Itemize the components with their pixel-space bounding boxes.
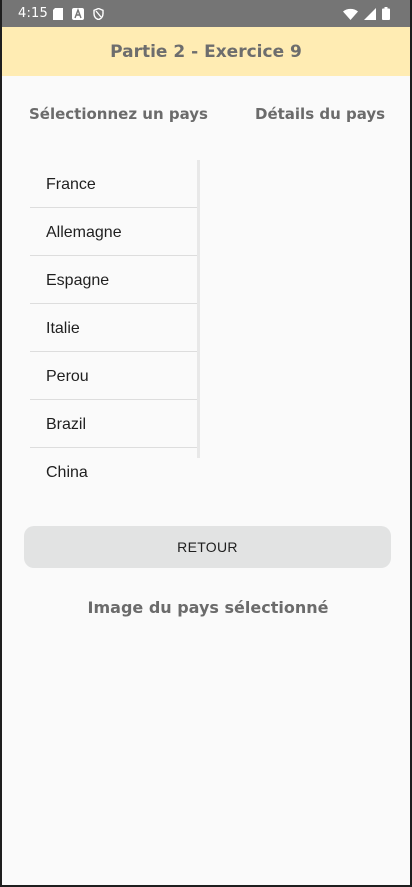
retour-button[interactable]: RETOUR <box>24 526 391 568</box>
a-letter-icon <box>72 8 84 24</box>
list-item-china[interactable]: China <box>30 448 197 478</box>
country-list[interactable]: France Allemagne Espagne Italie Perou Br… <box>30 160 200 478</box>
list-item-brazil[interactable]: Brazil <box>30 400 197 448</box>
country-image-label: Image du pays sélectionné <box>87 598 329 617</box>
sd-card-icon <box>53 8 63 24</box>
wifi-icon <box>343 8 358 24</box>
page-title: Partie 2 - Exercice 9 <box>110 41 302 62</box>
status-bar: 4:15 <box>2 0 410 27</box>
list-item-espagne[interactable]: Espagne <box>30 256 197 304</box>
shield-icon <box>93 7 104 24</box>
app-bar: Partie 2 - Exercice 9 <box>2 27 410 76</box>
battery-icon <box>382 7 390 24</box>
signal-icon <box>364 7 376 24</box>
list-item-perou[interactable]: Perou <box>30 352 197 400</box>
status-time: 4:15 <box>18 6 48 21</box>
list-scrollbar[interactable] <box>197 160 200 458</box>
status-left-icons <box>53 7 104 24</box>
country-details-heading: Détails du pays <box>255 105 386 123</box>
app-screen: 4:15 Partie 2 - Exercice 9 Sélectionnez … <box>0 0 412 887</box>
select-country-heading: Sélectionnez un pays <box>29 105 208 123</box>
list-item-france[interactable]: France <box>30 160 197 208</box>
list-item-italie[interactable]: Italie <box>30 304 197 352</box>
list-item-allemagne[interactable]: Allemagne <box>30 208 197 256</box>
status-right-icons <box>343 7 390 24</box>
